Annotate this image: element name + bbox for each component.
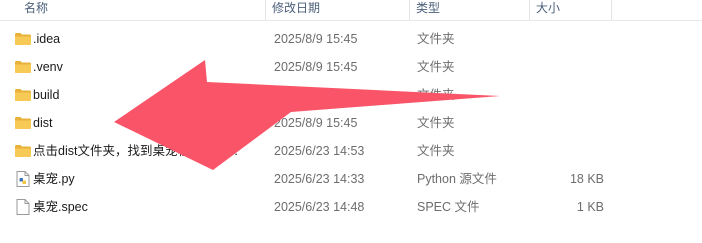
file-row[interactable]: 桌宠.spec 2025/6/23 14:48 SPEC 文件 1 KB	[0, 193, 702, 221]
file-type: 文件夹	[417, 116, 455, 130]
file-type: Python 源文件	[417, 172, 497, 186]
folder-icon	[14, 144, 32, 158]
folder-icon	[14, 88, 32, 102]
file-size: 18 KB	[569, 172, 604, 186]
file-date-modified: 2025/8/9 15:45	[274, 32, 358, 46]
file-row[interactable]: dist 2025/8/9 15:45 文件夹	[0, 109, 702, 137]
file-name: dist	[33, 116, 53, 130]
file-type: SPEC 文件	[417, 200, 480, 214]
file-row[interactable]: .idea 2025/8/9 15:45 文件夹	[0, 25, 702, 53]
file-type: 文件夹	[417, 88, 455, 102]
file-row[interactable]: .venv 2025/8/9 15:45 文件夹	[0, 53, 702, 81]
file-name: .idea	[33, 32, 61, 46]
file-date-modified: 2025/6/23 14:53	[274, 144, 365, 158]
column-header-date-modified[interactable]: 修改日期	[266, 0, 410, 20]
document-icon	[14, 199, 32, 215]
file-date-modified: 2025/6/23 14:48	[274, 200, 365, 214]
column-header-type[interactable]: 类型	[410, 0, 530, 20]
folder-icon	[14, 60, 32, 74]
file-name: 桌宠.spec	[33, 200, 88, 214]
python-file-icon	[14, 171, 32, 187]
file-date-modified: 2025/6/23 14:33	[274, 172, 365, 186]
file-type: 文件夹	[417, 32, 455, 46]
file-row[interactable]: 点击dist文件夹，找到桌宠程序双击... 2025/6/23 14:53 文件…	[0, 137, 702, 165]
column-header-size[interactable]: 大小	[530, 0, 612, 20]
file-date-modified: 2025/8/9 15:45	[274, 60, 358, 74]
folder-icon	[14, 32, 32, 46]
file-type: 文件夹	[417, 144, 455, 158]
file-list: 名称 修改日期 类型 大小 .idea 2025/8/9 15:45 文件夹 .…	[0, 0, 702, 243]
file-date-modified: 2025/8/9 15:45	[274, 116, 358, 130]
file-type: 文件夹	[417, 60, 455, 74]
folder-icon	[14, 116, 32, 130]
column-header-name[interactable]: 名称	[18, 0, 266, 20]
file-name: 点击dist文件夹，找到桌宠程序双击...	[33, 144, 238, 158]
file-row[interactable]: 桌宠.py 2025/6/23 14:33 Python 源文件 18 KB	[0, 165, 702, 193]
column-header: 名称 修改日期 类型 大小	[0, 0, 702, 21]
file-name: .venv	[33, 60, 63, 74]
file-name: build	[33, 88, 60, 102]
file-name: 桌宠.py	[33, 172, 75, 186]
file-date-modified: 2025/8/9 15:45	[274, 88, 358, 102]
file-size: 1 KB	[576, 200, 604, 214]
file-row[interactable]: build 2025/8/9 15:45 文件夹	[0, 81, 702, 109]
